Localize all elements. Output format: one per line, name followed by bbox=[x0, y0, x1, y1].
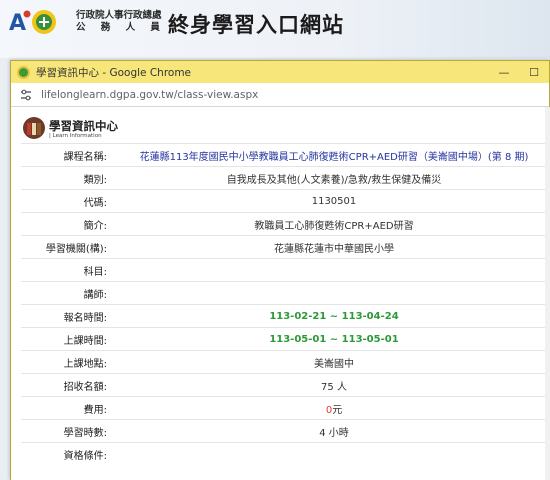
field-value: 4 小時 bbox=[115, 419, 550, 443]
field-label: 報名時間: bbox=[21, 304, 115, 328]
minimize-button[interactable]: — bbox=[489, 66, 519, 79]
field-value bbox=[115, 281, 550, 305]
table-row: 科目: bbox=[21, 258, 550, 282]
agency-line2: 公 務 人 員 bbox=[76, 22, 166, 33]
site-info-icon[interactable] bbox=[19, 88, 33, 102]
field-value: 113-05-01 ~ 113-05-01 bbox=[115, 327, 550, 351]
field-label: 學習機關(構): bbox=[21, 235, 115, 259]
course-info-table: 課程名稱: 花蓮縣113年度國民中小學教職員工心肺復甦術CPR+AED研習（美崙國… bbox=[21, 143, 550, 466]
field-value: 75 人 bbox=[115, 373, 550, 397]
table-row: 課程名稱: 花蓮縣113年度國民中小學教職員工心肺復甦術CPR+AED研習（美崙國… bbox=[21, 143, 550, 167]
field-value bbox=[115, 442, 550, 466]
fee-unit: 元 bbox=[332, 404, 343, 416]
table-row: 報名時間: 113-02-21 ~ 113-04-24 bbox=[21, 304, 550, 328]
field-value: 教職員工心肺復甦術CPR+AED研習 bbox=[115, 212, 550, 236]
books-icon bbox=[23, 117, 45, 139]
field-label: 代碼: bbox=[21, 189, 115, 213]
table-row: 費用: 0元 bbox=[21, 396, 550, 420]
chrome-app-icon bbox=[17, 65, 30, 79]
field-value bbox=[115, 258, 550, 282]
window-titlebar[interactable]: 學習資訊中心 - Google Chrome — ☐ bbox=[11, 61, 549, 83]
table-row: 學習時數: 4 小時 bbox=[21, 419, 550, 443]
field-label: 課程名稱: bbox=[21, 143, 115, 167]
site-banner: A 行政院人事行政總處 公 務 人 員 終身學習入口網站 bbox=[0, 0, 550, 58]
table-row: 類別: 自我成長及其他(人文素養)/急救/救生保健及備災 bbox=[21, 166, 550, 190]
field-label: 講師: bbox=[21, 281, 115, 305]
table-row: 招收名額: 75 人 bbox=[21, 373, 550, 397]
address-bar[interactable]: lifelonglearn.dgpa.gov.tw/class-view.asp… bbox=[11, 83, 549, 107]
url-text[interactable]: lifelonglearn.dgpa.gov.tw/class-view.asp… bbox=[41, 89, 258, 101]
field-value: 自我成長及其他(人文素養)/急救/救生保健及備災 bbox=[115, 166, 550, 190]
field-label: 上課時間: bbox=[21, 327, 115, 351]
page-content: 學習資訊中心 | Learn Information 課程名稱: 花蓮縣113年度… bbox=[11, 107, 550, 480]
table-row: 資格條件: bbox=[21, 442, 550, 466]
field-label: 類別: bbox=[21, 166, 115, 190]
svg-text:A: A bbox=[9, 11, 26, 36]
agency-line1: 行政院人事行政總處 bbox=[76, 10, 162, 21]
table-row: 上課時間: 113-05-01 ~ 113-05-01 bbox=[21, 327, 550, 351]
window-title: 學習資訊中心 - Google Chrome bbox=[36, 66, 192, 79]
site-title: 終身學習入口網站 bbox=[168, 13, 344, 37]
page-title: 學習資訊中心 bbox=[49, 119, 118, 133]
page-header: 學習資訊中心 | Learn Information bbox=[11, 107, 550, 141]
field-label: 學習時數: bbox=[21, 419, 115, 443]
field-value: 0元 bbox=[115, 396, 550, 420]
table-row: 上課地點: 美崙國中 bbox=[21, 350, 550, 374]
table-row: 簡介: 教職員工心肺復甦術CPR+AED研習 bbox=[21, 212, 550, 236]
field-value: 美崙國中 bbox=[115, 350, 550, 374]
agency-logo-icon: A bbox=[9, 10, 56, 36]
table-row: 學習機關(構): 花蓮縣花蓮市中華國民小學 bbox=[21, 235, 550, 259]
field-label: 資格條件: bbox=[21, 442, 115, 466]
field-value: 花蓮縣113年度國民中小學教職員工心肺復甦術CPR+AED研習（美崙國中場）(第… bbox=[115, 143, 550, 167]
field-value: 1130501 bbox=[115, 189, 550, 213]
field-label: 上課地點: bbox=[21, 350, 115, 374]
table-row: 代碼: 1130501 bbox=[21, 189, 550, 213]
field-value: 花蓮縣花蓮市中華國民小學 bbox=[115, 235, 550, 259]
agency-name: 行政院人事行政總處 公 務 人 員 bbox=[76, 10, 166, 34]
field-label: 費用: bbox=[21, 396, 115, 420]
field-value: 113-02-21 ~ 113-04-24 bbox=[115, 304, 550, 328]
scrollbar[interactable] bbox=[545, 107, 550, 480]
table-row: 講師: bbox=[21, 281, 550, 305]
field-label: 科目: bbox=[21, 258, 115, 282]
page-subtitle: | Learn Information bbox=[49, 133, 102, 139]
maximize-button[interactable]: ☐ bbox=[519, 66, 549, 79]
field-label: 簡介: bbox=[21, 212, 115, 236]
popup-browser-window: 學習資訊中心 - Google Chrome — ☐ lifelonglearn… bbox=[10, 60, 550, 480]
field-label: 招收名額: bbox=[21, 373, 115, 397]
